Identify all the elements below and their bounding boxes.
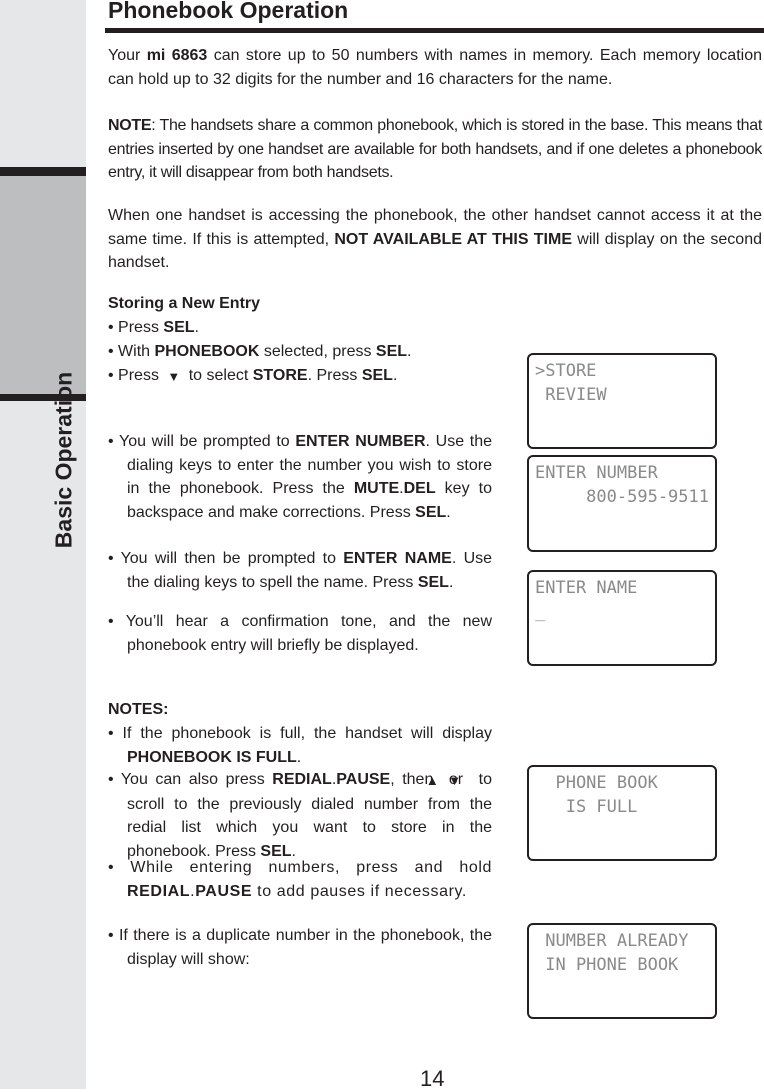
bold-text: PAUSE [195,882,253,900]
detail-3: • You’ll hear a confirmation tone, and t… [108,610,492,657]
page-title: Phonebook Operation [108,0,349,23]
lcd-enter-name: ENTER NAME _ [527,570,717,666]
bold-text: ENTER NUMBER [295,433,426,450]
text: . [296,748,302,766]
page-number: 14 [420,1066,445,1091]
lcd-number-already: NUMBER ALREADY IN PHONE BOOK [527,923,717,1019]
text: . [407,343,412,360]
bold-text: NOT AVAILABLE AT THIS TIME [334,230,572,248]
bold-text: SEL [417,573,449,591]
bold-text: STORE [252,367,308,384]
text: • You will be prompted to [108,433,296,450]
text: to add pauses if necessary. [252,882,467,900]
detail-2: • You will then be prompted to ENTER NAM… [108,547,492,594]
text: • If the phonebook is full, the handset … [108,725,492,742]
bold-text: REDIAL [272,771,332,788]
bold-text: NOTE [108,117,152,134]
text: • Press [108,367,164,384]
bold-text: ENTER NAME [343,550,452,567]
bold-text: DEL [403,480,436,497]
detail-1: • You will be prompted to ENTER NUMBER. … [108,430,492,524]
note-4: • If there is a duplicate number in the … [108,924,492,971]
lcd-store-menu: >STORE REVIEW [527,353,717,449]
bold-text: SEL [375,343,408,360]
section-tab: Basic Operation [0,167,86,548]
text: • Press [108,319,164,336]
bold-text: MUTE [353,480,400,497]
bold-text: SEL [361,367,393,384]
text: • While entering numbers, press and hold [108,859,492,876]
text: • You can also press [108,771,273,788]
note-1: • If the phonebook is full, the handset … [108,722,492,769]
sidebar: Basic Operation [0,0,86,1089]
bold-text: SEL [163,319,195,336]
text: . [448,573,454,591]
intro-paragraph: Your mi 6863 can store up to 50 numbers … [108,44,762,91]
text: . [194,319,199,336]
text: • With [108,343,155,360]
section-tab-label: Basic Operation [50,371,77,549]
bold-text: REDIAL [127,882,191,900]
text: : The handsets share a common phonebook,… [108,117,762,181]
text: can store up to 50 numbers with names in… [108,47,762,88]
note-2: • You can also press REDIAL.PAUSE, then … [108,771,492,860]
bold-text: mi 6863 [146,47,208,64]
text: Your [108,47,147,64]
bold-text: SEL [415,503,447,521]
step-3: • Press ▼ to select STORE. Press SEL. [108,364,473,389]
note-3: • While entering numbers, press and hold… [108,856,492,903]
text: . Press [307,367,362,384]
lcd-enter-number: ENTER NUMBER 800-595-9511 [527,455,717,552]
text: to select [184,367,253,384]
down-arrow-icon: ▼ [167,369,181,384]
text: • If there is a duplicate number in the … [108,927,492,968]
text: selected, press [259,343,376,360]
step-1: • Press SEL. [108,316,473,340]
text: . [446,503,451,521]
text: • You’ll hear a confirmation tone, and t… [108,613,492,654]
text: . [392,367,398,384]
step-2: • With PHONEBOOK selected, press SEL. [108,340,473,364]
access-paragraph: When one handset is accessing the phoneb… [108,204,762,275]
storing-heading: Storing a New Entry [108,295,261,312]
bold-text: PHONEBOOK [154,343,260,360]
bold-text: PHONEBOOK IS FULL [127,748,297,766]
text: • You will then be prompted to [108,550,344,567]
notes-heading: NOTES: [108,701,169,718]
title-rule [105,28,764,33]
bold-text: PAUSE [336,771,391,788]
note-paragraph: NOTE: The handsets share a common phoneb… [108,114,762,185]
lcd-phonebook-full: PHONE BOOK IS FULL [527,765,717,861]
